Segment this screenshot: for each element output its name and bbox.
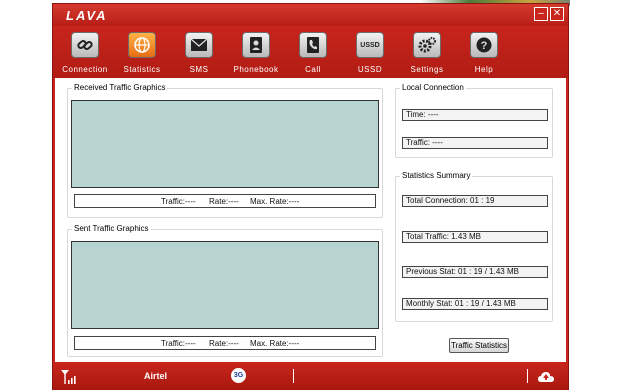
- svg-text:?: ?: [481, 40, 488, 52]
- toolbar-connection-label: Connection: [62, 65, 108, 74]
- link-icon: [71, 32, 99, 58]
- status-bar: Airtel 3G: [53, 362, 568, 390]
- received-traffic-bar: Traffic:---- Rate:---- Max. Rate:----: [74, 194, 376, 208]
- received-traffic-value: Traffic:----: [161, 197, 196, 206]
- received-max-rate-value: Max. Rate:----: [250, 197, 300, 206]
- toolbar-connection-button[interactable]: Connection: [55, 32, 115, 78]
- received-traffic-graph: [71, 100, 379, 188]
- previous-stat-field: Previous Stat: 01 : 19 / 1.43 MB: [402, 266, 548, 278]
- toolbar-ussd-button[interactable]: USSD USSD: [340, 32, 400, 78]
- close-button[interactable]: ✕: [550, 7, 564, 21]
- phone-icon: [299, 32, 327, 58]
- envelope-icon: [185, 32, 213, 58]
- toolbar-phonebook-label: Phonebook: [233, 65, 279, 74]
- lava-dialer-window: LAVA – ✕ Connection Statistics SMS Phone…: [52, 3, 569, 390]
- ussd-icon-text: USSD: [360, 41, 380, 49]
- globe-icon: [128, 32, 156, 58]
- desktop-right-area: [570, 0, 620, 390]
- sent-traffic-bar: Traffic:---- Rate:---- Max. Rate:----: [74, 336, 376, 350]
- title-bar[interactable]: LAVA – ✕: [53, 4, 568, 26]
- sent-traffic-group: Sent Traffic Graphics Traffic:---- Rate:…: [67, 224, 383, 357]
- toolbar-settings-button[interactable]: Settings: [397, 32, 457, 78]
- operator-name: Airtel: [144, 371, 168, 381]
- received-rate-value: Rate:----: [209, 197, 239, 206]
- status-separator: [293, 369, 294, 383]
- local-connection-group: Local Connection Time: ---- Traffic: ---…: [395, 83, 553, 158]
- toolbar-statistics-button[interactable]: Statistics: [112, 32, 172, 78]
- status-separator: [527, 369, 528, 383]
- local-traffic-field: Traffic: ----: [402, 137, 548, 149]
- toolbar-help-button[interactable]: ? Help: [454, 32, 514, 78]
- sent-traffic-title: Sent Traffic Graphics: [72, 224, 151, 233]
- received-traffic-group: Received Traffic Graphics Traffic:---- R…: [67, 83, 383, 218]
- toolbar-sms-button[interactable]: SMS: [169, 32, 229, 78]
- network-3g-badge: 3G: [231, 368, 246, 383]
- traffic-statistics-button[interactable]: Traffic Statistics: [449, 338, 509, 353]
- sent-max-rate-value: Max. Rate:----: [250, 339, 300, 348]
- gear-icon: [413, 32, 441, 58]
- received-traffic-title: Received Traffic Graphics: [72, 83, 168, 92]
- statistics-summary-title: Statistics Summary: [400, 171, 473, 180]
- network-3g-badge-text: 3G: [233, 372, 244, 379]
- cloud-icon[interactable]: [538, 370, 554, 388]
- sent-traffic-value: Traffic:----: [161, 339, 196, 348]
- minimize-button[interactable]: –: [534, 7, 548, 21]
- toolbar-call-button[interactable]: Call: [283, 32, 343, 78]
- toolbar-settings-label: Settings: [410, 65, 444, 74]
- sent-rate-value: Rate:----: [209, 339, 239, 348]
- sent-traffic-graph: [71, 241, 379, 329]
- statistics-panel: Received Traffic Graphics Traffic:---- R…: [55, 78, 566, 362]
- toolbar-statistics-label: Statistics: [123, 65, 161, 74]
- local-connection-title: Local Connection: [400, 83, 466, 92]
- ussd-icon: USSD: [356, 32, 384, 58]
- total-connection-field: Total Connection: 01 : 19: [402, 195, 548, 207]
- contact-card-icon: [242, 32, 270, 58]
- desktop-left-area: [0, 0, 52, 390]
- monthly-stat-field: Monthly Stat: 01 : 19 / 1.43 MB: [402, 298, 548, 310]
- question-icon: ?: [470, 32, 498, 58]
- statistics-summary-group: Statistics Summary Total Connection: 01 …: [395, 171, 553, 322]
- toolbar-help-label: Help: [474, 65, 494, 74]
- total-traffic-field: Total Traffic: 1.43 MB: [402, 231, 548, 243]
- main-toolbar: Connection Statistics SMS Phonebook Call: [53, 26, 568, 78]
- signal-strength-icon: [61, 370, 77, 389]
- toolbar-sms-label: SMS: [189, 65, 209, 74]
- toolbar-phonebook-button[interactable]: Phonebook: [226, 32, 286, 78]
- toolbar-ussd-label: USSD: [357, 65, 383, 74]
- lava-logo: LAVA: [66, 8, 108, 23]
- toolbar-call-label: Call: [305, 65, 321, 74]
- local-time-field: Time: ----: [402, 109, 548, 121]
